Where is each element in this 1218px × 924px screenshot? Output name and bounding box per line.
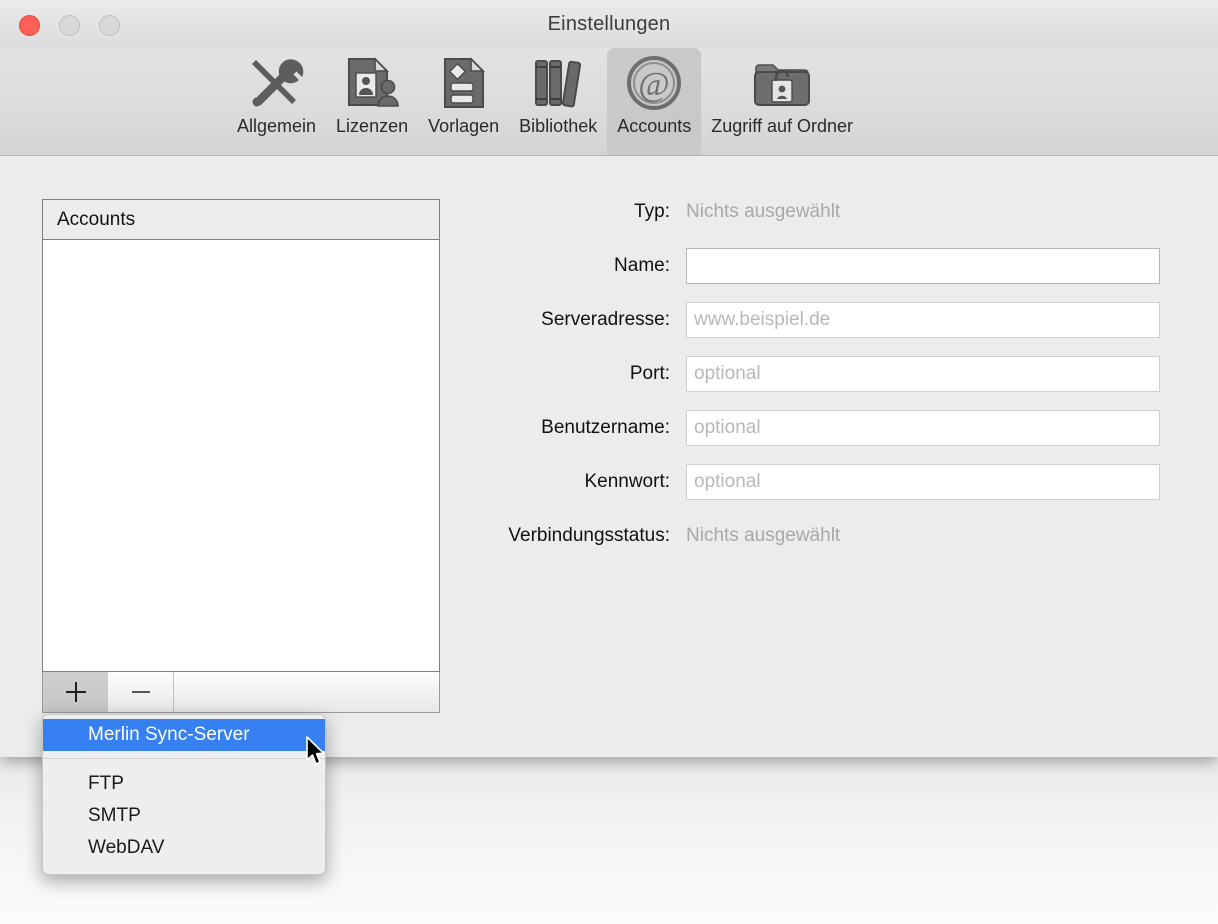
form-label-typ: Typ: bbox=[634, 201, 670, 222]
folder-lock-icon bbox=[751, 52, 813, 114]
form-label-benutzername: Benutzername: bbox=[541, 417, 670, 438]
at-sign-icon: @ bbox=[625, 52, 683, 114]
form-row-typ: Typ: Nichts ausgewählt bbox=[470, 194, 1190, 230]
popup-item-merlin-sync-server[interactable]: Merlin Sync-Server bbox=[43, 719, 325, 751]
name-input[interactable] bbox=[686, 248, 1160, 284]
minus-icon bbox=[131, 682, 151, 702]
plus-icon bbox=[65, 682, 86, 702]
preferences-content: Accounts Typ: Nichts ausgewählt Name: Se… bbox=[0, 156, 1218, 757]
window-titlebar: Einstellungen bbox=[0, 0, 1218, 49]
account-detail-form: Typ: Nichts ausgewählt Name: Serveradres… bbox=[470, 194, 1190, 572]
port-input[interactable] bbox=[686, 356, 1160, 392]
accounts-list-body[interactable] bbox=[43, 240, 439, 671]
toolbar-item-accounts[interactable]: @ Accounts bbox=[607, 48, 702, 155]
form-label-kennwort: Kennwort: bbox=[584, 471, 670, 492]
form-label-port: Port: bbox=[629, 363, 670, 384]
svg-text:@: @ bbox=[639, 66, 670, 103]
popup-item-webdav[interactable]: WebDAV bbox=[43, 832, 325, 864]
books-icon bbox=[530, 52, 586, 114]
accounts-list-toolbar bbox=[42, 672, 440, 713]
form-value-typ: Nichts ausgewählt bbox=[686, 201, 841, 222]
toolbar-item-label: Zugriff auf Ordner bbox=[711, 116, 853, 136]
form-row-kennwort: Kennwort: bbox=[470, 464, 1190, 500]
license-document-icon bbox=[343, 52, 401, 114]
server-address-input[interactable] bbox=[686, 302, 1160, 338]
accounts-list-header: Accounts bbox=[43, 200, 439, 240]
toolbar-item-bibliothek[interactable]: Bibliothek bbox=[509, 48, 607, 155]
remove-account-button[interactable] bbox=[108, 672, 173, 712]
form-row-verbindungsstatus: Verbindungsstatus: Nichts ausgewählt bbox=[470, 518, 1190, 554]
popup-item-label: Merlin Sync-Server bbox=[88, 724, 250, 745]
window-title: Einstellungen bbox=[547, 13, 671, 35]
toolbar-item-label: Vorlagen bbox=[428, 116, 500, 136]
popup-item-ftp[interactable]: FTP bbox=[43, 768, 325, 800]
add-account-button[interactable] bbox=[43, 672, 108, 712]
toolbar-item-vorlagen[interactable]: Vorlagen bbox=[418, 48, 509, 155]
form-row-port: Port: bbox=[470, 356, 1190, 392]
form-label-verbindungsstatus: Verbindungsstatus: bbox=[508, 525, 670, 546]
form-label-name: Name: bbox=[614, 255, 670, 276]
template-document-icon bbox=[439, 52, 489, 114]
toolbar-item-label: Accounts bbox=[617, 116, 692, 136]
toolbar-item-allgemein[interactable]: Allgemein bbox=[227, 48, 326, 155]
toolbar-item-label: Bibliothek bbox=[519, 116, 598, 136]
toolbar-item-label: Lizenzen bbox=[336, 116, 409, 136]
form-label-serveradresse: Serveradresse: bbox=[541, 309, 670, 330]
tools-icon bbox=[247, 52, 307, 114]
popup-separator bbox=[43, 758, 325, 759]
accounts-list-header-label: Accounts bbox=[57, 208, 136, 230]
add-account-popup-menu[interactable]: Merlin Sync-Server FTP SMTP WebDAV bbox=[42, 714, 326, 875]
preferences-toolbar: Allgemein Lizenzen Vorlagen Bibliothek @… bbox=[0, 48, 1218, 156]
toolbar-item-lizenzen[interactable]: Lizenzen bbox=[326, 48, 418, 155]
username-input[interactable] bbox=[686, 410, 1160, 446]
toolbar-item-label: Allgemein bbox=[237, 116, 317, 136]
toolbar-item-zugriff-auf-ordner[interactable]: Zugriff auf Ordner bbox=[701, 48, 863, 155]
accounts-list[interactable]: Accounts bbox=[42, 199, 440, 672]
popup-item-label: WebDAV bbox=[88, 837, 165, 858]
preferences-window: Einstellungen Allgemein Lizenzen Vorlage… bbox=[0, 0, 1218, 757]
form-row-benutzername: Benutzername: bbox=[470, 410, 1190, 446]
form-row-serveradresse: Serveradresse: bbox=[470, 302, 1190, 338]
popup-item-label: FTP bbox=[88, 773, 124, 794]
toolbar-filler bbox=[174, 672, 439, 712]
popup-item-label: SMTP bbox=[88, 805, 141, 826]
form-value-verbindungsstatus: Nichts ausgewählt bbox=[686, 525, 841, 546]
form-row-name: Name: bbox=[470, 248, 1190, 284]
password-input[interactable] bbox=[686, 464, 1160, 500]
popup-item-smtp[interactable]: SMTP bbox=[43, 800, 325, 832]
